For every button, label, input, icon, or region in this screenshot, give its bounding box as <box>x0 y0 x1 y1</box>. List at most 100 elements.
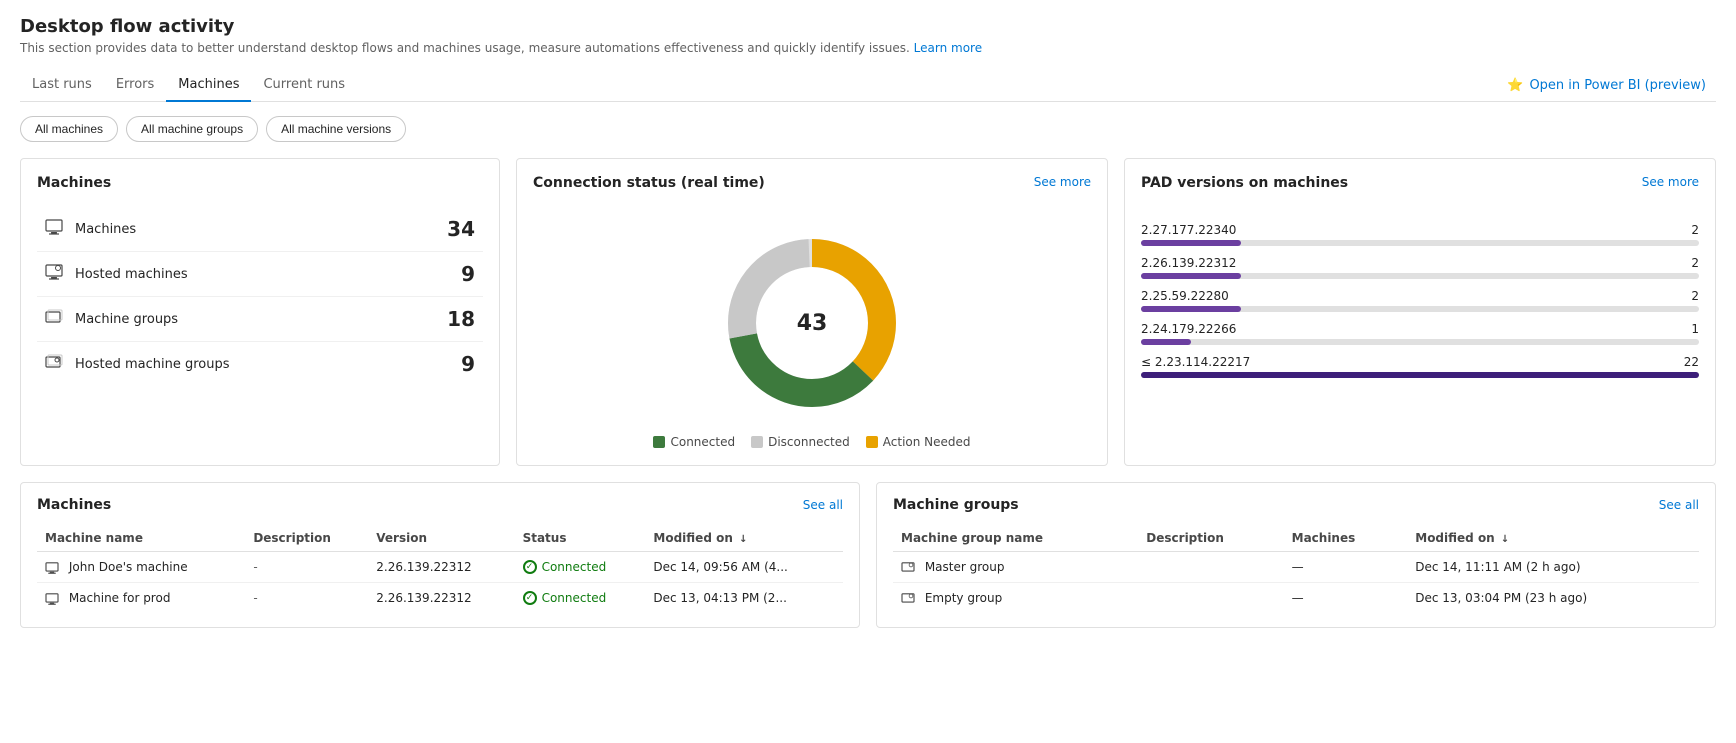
machine-groups-icon <box>45 309 65 329</box>
machine-groups-row: Machine groups 18 <box>37 297 483 342</box>
groups-table-title: Machine groups <box>893 497 1019 513</box>
status-icon: ✓ <box>523 591 537 605</box>
groups-table-header: Machine groups See all <box>893 497 1699 513</box>
filter-all-machine-groups[interactable]: All machine groups <box>126 116 258 142</box>
pad-header: PAD versions on machines See more <box>1141 175 1699 207</box>
connection-status-card: Connection status (real time) See more 4… <box>516 158 1108 466</box>
groups-see-all[interactable]: See all <box>1659 498 1699 512</box>
modified-cell: Dec 14, 09:56 AM (4... <box>645 552 843 583</box>
hosted-machines-row: Hosted machines 9 <box>37 252 483 297</box>
modified-cell: Dec 13, 04:13 PM (2... <box>645 583 843 614</box>
tabs-bar: Last runs Errors Machines Current runs ⭐… <box>20 69 1716 102</box>
tab-last-runs[interactable]: Last runs <box>20 69 104 102</box>
machines-label: Machines <box>75 222 447 237</box>
status-cell: ✓ Connected <box>515 583 646 614</box>
pad-see-more[interactable]: See more <box>1642 175 1699 189</box>
group-machines-cell: — <box>1284 552 1408 583</box>
version-cell: 2.26.139.22312 <box>368 552 514 583</box>
row-machine-icon <box>45 560 69 574</box>
page-title: Desktop flow activity <box>20 16 1716 37</box>
status-cell: ✓ Connected <box>515 552 646 583</box>
pad-row-3: 2.24.179.22266 1 <box>1141 322 1699 345</box>
col-description: Description <box>245 525 368 552</box>
connection-header: Connection status (real time) See more <box>533 175 1091 207</box>
hosted-machines-count: 9 <box>461 262 475 286</box>
pad-title: PAD versions on machines <box>1141 175 1348 191</box>
machines-see-all[interactable]: See all <box>803 498 843 512</box>
hosted-machine-groups-label: Hosted machine groups <box>75 357 461 372</box>
tab-errors[interactable]: Errors <box>104 69 166 102</box>
col-modified: Modified on ↓ <box>645 525 843 552</box>
donut-area: 43 Connected Disconnected Action Needed <box>533 223 1091 449</box>
machines-count: 34 <box>447 217 475 241</box>
machine-icon <box>45 219 65 239</box>
col-group-modified: Modified on ↓ <box>1407 525 1699 552</box>
col-version: Version <box>368 525 514 552</box>
col-group-name: Machine group name <box>893 525 1138 552</box>
connected-dot <box>653 436 665 448</box>
description-cell: - <box>245 583 368 614</box>
learn-more-link[interactable]: Learn more <box>914 41 982 55</box>
machine-name-cell: Machine for prod <box>37 583 245 614</box>
table-row: Empty group — Dec 13, 03:04 PM (23 h ago… <box>893 583 1699 614</box>
description-cell: - <box>245 552 368 583</box>
donut-legend: Connected Disconnected Action Needed <box>653 435 970 449</box>
col-group-description: Description <box>1138 525 1283 552</box>
group-description-cell <box>1138 583 1283 614</box>
group-name-cell: Empty group <box>893 583 1138 614</box>
machine-groups-label: Machine groups <box>75 312 447 327</box>
status-icon: ✓ <box>523 560 537 574</box>
machines-summary-card: Machines Machines 34 Hosted machines 9 M… <box>20 158 500 466</box>
action-needed-dot <box>866 436 878 448</box>
pad-row-0: 2.27.177.22340 2 <box>1141 223 1699 246</box>
machine-groups-count: 18 <box>447 307 475 331</box>
row-group-icon <box>901 591 925 605</box>
powerbi-icon: ⭐ <box>1507 78 1523 93</box>
tab-machines[interactable]: Machines <box>166 69 251 102</box>
machines-table-card: Machines See all Machine name Descriptio… <box>20 482 860 628</box>
machine-name-cell: John Doe's machine <box>37 552 245 583</box>
connection-title: Connection status (real time) <box>533 175 765 191</box>
pad-row-4: ≤ 2.23.114.22217 22 <box>1141 355 1699 378</box>
hosted-machines-label: Hosted machines <box>75 267 461 282</box>
machines-row: Machines 34 <box>37 207 483 252</box>
legend-disconnected: Disconnected <box>751 435 850 449</box>
donut-chart: 43 <box>712 223 912 423</box>
group-machines-cell: — <box>1284 583 1408 614</box>
open-powerbi-button[interactable]: ⭐ Open in Power BI (preview) <box>1497 72 1716 99</box>
page-header: Desktop flow activity This section provi… <box>20 16 1716 55</box>
hosted-machine-groups-icon <box>45 354 65 374</box>
group-modified-cell: Dec 14, 11:11 AM (2 h ago) <box>1407 552 1699 583</box>
sort-modified-icon: ↓ <box>739 534 747 545</box>
table-row: Master group — Dec 14, 11:11 AM (2 h ago… <box>893 552 1699 583</box>
legend-connected: Connected <box>653 435 735 449</box>
hosted-machine-groups-row: Hosted machine groups 9 <box>37 342 483 386</box>
page-subtitle: This section provides data to better und… <box>20 41 1716 55</box>
filter-row: All machines All machine groups All mach… <box>20 116 1716 142</box>
machines-table-title: Machines <box>37 497 111 513</box>
disconnected-dot <box>751 436 763 448</box>
filter-all-machines[interactable]: All machines <box>20 116 118 142</box>
hosted-machine-groups-count: 9 <box>461 352 475 376</box>
pad-row-1: 2.26.139.22312 2 <box>1141 256 1699 279</box>
group-name-cell: Master group <box>893 552 1138 583</box>
machines-card-title: Machines <box>37 175 483 191</box>
machine-groups-table-card: Machine groups See all Machine group nam… <box>876 482 1716 628</box>
legend-action-needed: Action Needed <box>866 435 971 449</box>
col-machine-name: Machine name <box>37 525 245 552</box>
col-group-machines: Machines <box>1284 525 1408 552</box>
svg-text:43: 43 <box>797 311 828 336</box>
pad-versions-card: PAD versions on machines See more 2.27.1… <box>1124 158 1716 466</box>
filter-all-machine-versions[interactable]: All machine versions <box>266 116 406 142</box>
bottom-row: Machines See all Machine name Descriptio… <box>20 482 1716 628</box>
connection-see-more[interactable]: See more <box>1034 175 1091 189</box>
cards-row: Machines Machines 34 Hosted machines 9 M… <box>20 158 1716 466</box>
col-status: Status <box>515 525 646 552</box>
row-machine-icon <box>45 591 69 605</box>
group-modified-cell: Dec 13, 03:04 PM (23 h ago) <box>1407 583 1699 614</box>
tab-current-runs[interactable]: Current runs <box>251 69 357 102</box>
version-cell: 2.26.139.22312 <box>368 583 514 614</box>
hosted-machine-icon <box>45 264 65 284</box>
table-row: John Doe's machine - 2.26.139.22312 ✓ Co… <box>37 552 843 583</box>
table-row: Machine for prod - 2.26.139.22312 ✓ Conn… <box>37 583 843 614</box>
